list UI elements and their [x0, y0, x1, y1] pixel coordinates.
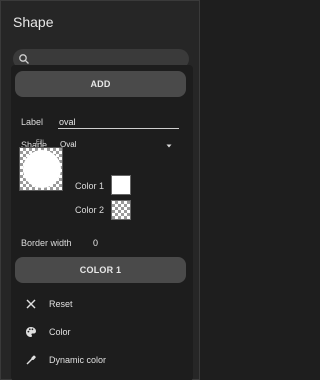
- color1-caption: Color 1: [75, 181, 105, 191]
- add-button[interactable]: ADD: [15, 71, 186, 97]
- color2-caption: Color 2: [75, 205, 105, 215]
- close-icon: [26, 299, 36, 309]
- label-caption: Label: [21, 117, 44, 127]
- menu-item-label: Color: [49, 327, 71, 337]
- shape-panel: Shape ADD Label oval Shape Oval Fill Col…: [0, 0, 200, 380]
- menu-item-label: Dynamic color: [49, 355, 107, 365]
- eyedropper-icon: [26, 355, 36, 365]
- border-width-caption: Border width: [21, 238, 72, 248]
- palette-icon: [26, 327, 36, 337]
- oval-shape-preview: [23, 150, 61, 188]
- chevron-down-icon[interactable]: [166, 143, 172, 149]
- fill-caption: Fill: [36, 140, 44, 146]
- border-width-value[interactable]: 0: [93, 238, 98, 248]
- label-input[interactable]: oval: [59, 117, 76, 127]
- label-input-underline: [58, 128, 179, 129]
- menu-item-label: Reset: [49, 299, 73, 309]
- shape-options-dropdown: [11, 65, 193, 380]
- color2-swatch[interactable]: [111, 200, 131, 220]
- color1-button[interactable]: COLOR 1: [15, 257, 186, 283]
- panel-title: Shape: [13, 14, 54, 30]
- search-icon: [19, 54, 29, 64]
- color1-swatch[interactable]: [111, 175, 131, 195]
